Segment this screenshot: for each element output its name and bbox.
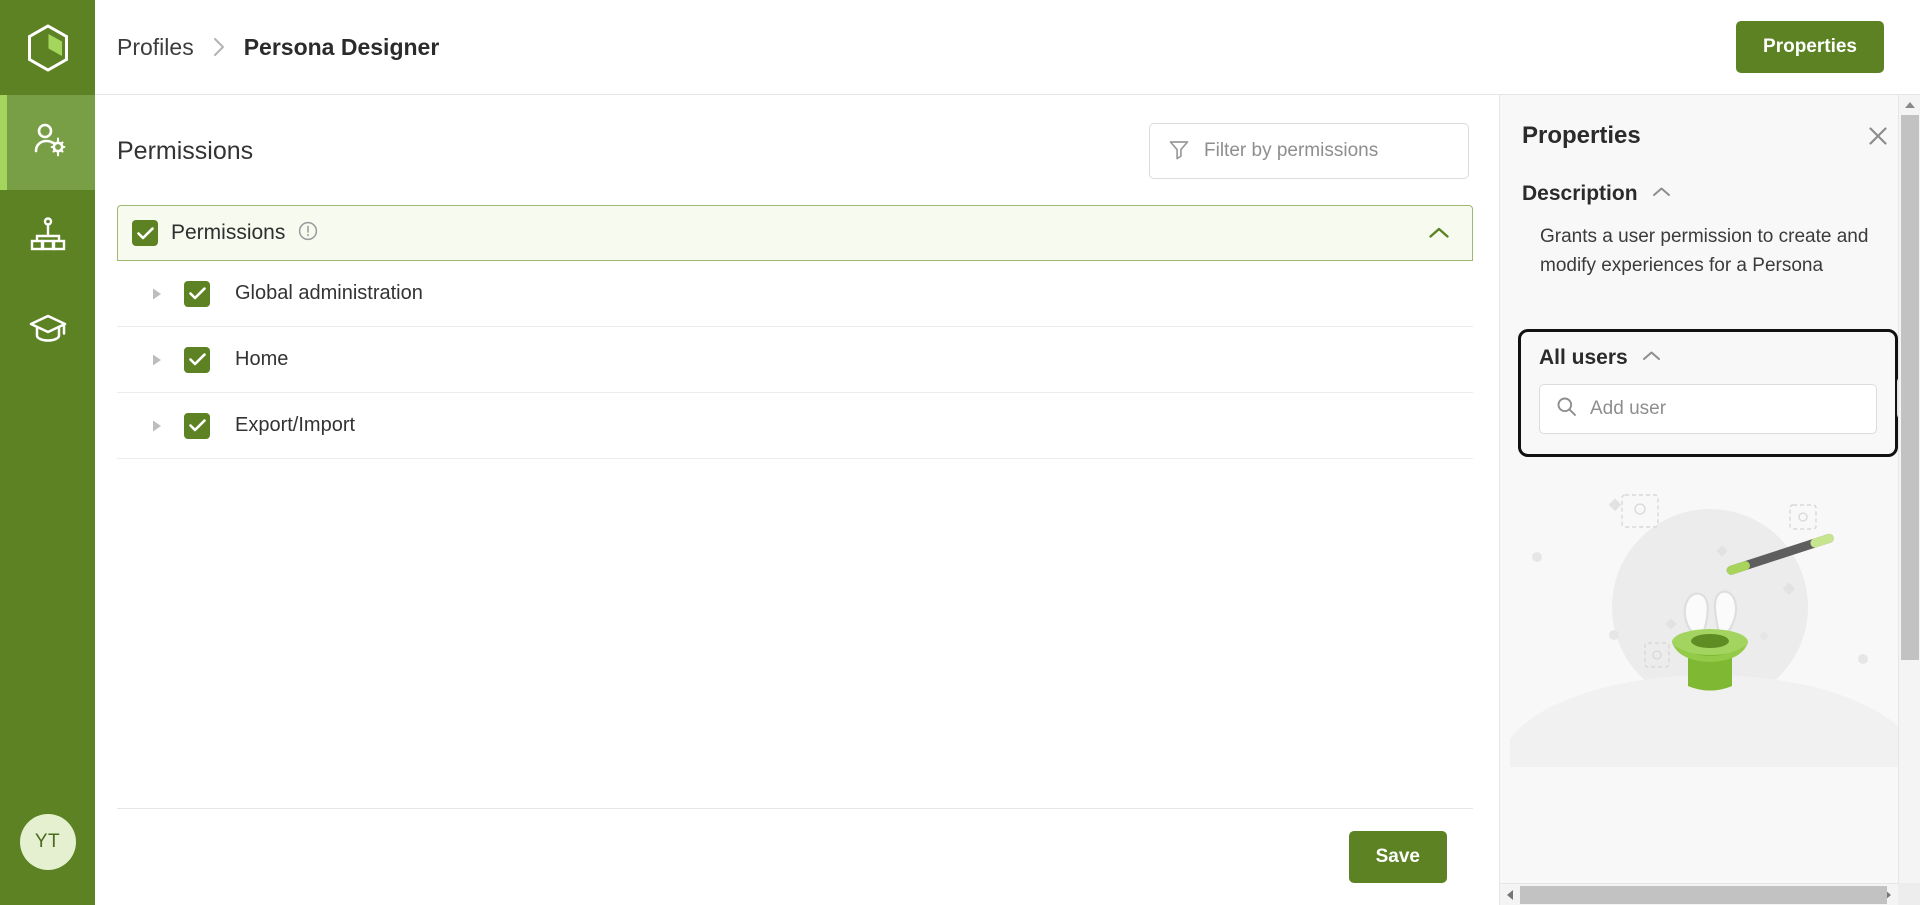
info-icon[interactable] xyxy=(298,221,318,246)
breadcrumb: Profiles Persona Designer xyxy=(117,34,439,61)
all-users-label: All users xyxy=(1539,345,1628,369)
horizontal-scroll-thumb[interactable] xyxy=(1520,885,1887,904)
empty-state-illustration xyxy=(1500,467,1920,767)
org-chart-icon xyxy=(29,216,67,259)
row-checkbox-wrap xyxy=(184,280,210,307)
scroll-up-arrow-icon[interactable] xyxy=(1904,95,1916,115)
properties-button[interactable]: Properties xyxy=(1736,21,1884,73)
breadcrumb-item-profiles[interactable]: Profiles xyxy=(117,34,194,61)
horizontal-scrollbar[interactable] xyxy=(1500,883,1898,905)
permissions-group-label: Permissions xyxy=(171,221,286,244)
page-title: Permissions xyxy=(117,136,254,165)
properties-panel: Properties Description Grants a user per… xyxy=(1500,95,1920,905)
properties-header: Properties xyxy=(1500,95,1920,150)
chevron-up-icon[interactable] xyxy=(1652,185,1671,203)
horizontal-scroll-track[interactable] xyxy=(1520,884,1887,905)
permissions-group-row[interactable]: Permissions xyxy=(117,205,1473,261)
permissions-pane: Permissions Filter by permissions Permis… xyxy=(95,95,1500,905)
permissions-spacer xyxy=(95,459,1499,808)
sidebar-item-learning[interactable] xyxy=(0,285,95,380)
row-checkbox[interactable] xyxy=(184,412,210,439)
description-section-header[interactable]: Description xyxy=(1500,150,1920,206)
left-nav-rail: YT xyxy=(0,0,95,905)
search-icon xyxy=(1556,396,1577,422)
vertical-scroll-thumb[interactable] xyxy=(1900,115,1919,660)
breadcrumb-item-persona-designer: Persona Designer xyxy=(243,33,440,60)
properties-title: Properties xyxy=(1522,122,1641,149)
row-checkbox[interactable] xyxy=(184,346,210,373)
chevron-right-icon xyxy=(211,36,227,58)
row-checkbox-wrap xyxy=(184,412,210,439)
user-admin-icon xyxy=(28,120,68,165)
app-logo[interactable] xyxy=(0,0,95,95)
app-root: YT Profiles Persona Designer Properties xyxy=(0,0,1920,905)
table-row[interactable]: Global administration xyxy=(117,261,1473,327)
all-users-section: All users Add user xyxy=(1518,328,1920,457)
vertical-scrollbar[interactable] xyxy=(1898,95,1920,905)
magic-hat-illustration xyxy=(1510,494,1910,767)
expand-triangle-icon[interactable] xyxy=(144,287,170,301)
permissions-group-checkbox[interactable] xyxy=(132,220,158,246)
expand-triangle-icon[interactable] xyxy=(144,353,170,367)
scrollbar-corner xyxy=(1898,883,1920,905)
description-section-label: Description xyxy=(1522,182,1638,205)
properties-scroll-area: Properties Description Grants a user per… xyxy=(1500,95,1920,883)
row-checkbox[interactable] xyxy=(184,280,210,307)
permissions-header: Permissions Filter by permissions xyxy=(95,95,1499,205)
sidebar-item-org-chart[interactable] xyxy=(0,190,95,285)
row-checkbox-wrap xyxy=(184,346,210,373)
row-label: Global administration xyxy=(235,282,423,304)
expand-triangle-icon[interactable] xyxy=(144,419,170,433)
close-icon[interactable] xyxy=(1866,124,1890,148)
vertical-scroll-track[interactable] xyxy=(1899,115,1920,885)
collapse-group-chevron-up-icon[interactable] xyxy=(1428,226,1450,240)
table-row[interactable]: Home xyxy=(117,327,1473,393)
table-row[interactable]: Export/Import xyxy=(117,393,1473,459)
sidebar-item-user-admin[interactable] xyxy=(0,95,95,190)
filter-permissions-input[interactable]: Filter by permissions xyxy=(1149,123,1469,179)
row-label: Home xyxy=(235,348,289,370)
main-column: Profiles Persona Designer Properties Per… xyxy=(95,0,1920,905)
chevron-up-icon[interactable] xyxy=(1642,349,1661,367)
graduation-cap-icon xyxy=(28,313,68,352)
avatar[interactable]: YT xyxy=(19,814,76,870)
row-label: Export/Import xyxy=(235,414,356,436)
top-bar: Profiles Persona Designer Properties xyxy=(95,0,1920,95)
permissions-footer: Save xyxy=(117,808,1473,905)
add-user-placeholder: Add user xyxy=(1590,397,1667,419)
filter-placeholder: Filter by permissions xyxy=(1204,140,1379,161)
all-users-header[interactable]: All users xyxy=(1539,346,1877,384)
scroll-left-arrow-icon[interactable] xyxy=(1500,889,1520,901)
description-text: Grants a user permission to create and m… xyxy=(1540,226,1869,277)
save-button[interactable]: Save xyxy=(1348,831,1447,883)
filter-icon xyxy=(1168,138,1190,165)
body-split: Permissions Filter by permissions Permis… xyxy=(95,95,1920,905)
permissions-tree: Permissions Global administration Home E… xyxy=(95,205,1499,459)
add-user-input[interactable]: Add user xyxy=(1539,383,1877,434)
